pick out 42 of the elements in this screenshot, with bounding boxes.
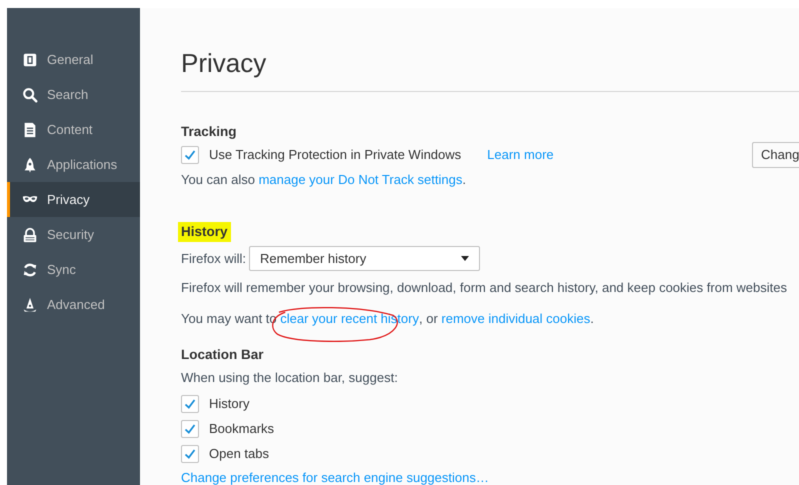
do-not-track-link[interactable]: manage your Do Not Track settings	[258, 172, 462, 187]
sidebar-item[interactable]: Security	[7, 217, 140, 252]
learn-more-link[interactable]: Learn more	[487, 147, 554, 162]
section-heading: History	[178, 222, 231, 242]
sidebar-item[interactable]: Sync	[7, 252, 140, 287]
history-link[interactable]: remove individual cookies	[441, 311, 590, 326]
note-text: You can also manage your Do Not Track settings.	[181, 171, 467, 189]
sync-icon	[22, 262, 38, 278]
checkmark-icon	[183, 446, 197, 460]
page-title: Privacy	[181, 48, 268, 78]
section-heading: Location Bar	[180, 346, 265, 364]
checkbox-label: Open tabs	[209, 446, 269, 461]
sidebar-item[interactable]: Search	[7, 77, 140, 112]
search-icon	[22, 86, 38, 102]
checkbox[interactable]	[181, 420, 199, 438]
checkbox-label: History	[209, 396, 250, 411]
checkbox-label: Bookmarks	[209, 421, 274, 436]
checkbox[interactable]	[181, 394, 199, 412]
checkbox-label: Use Tracking Protection in Private Windows	[209, 147, 462, 162]
search-suggestions-link[interactable]: Change preferences for search engine suggestions…	[181, 466, 799, 485]
sidebar-item[interactable]: Content	[7, 112, 140, 147]
padlock-icon	[22, 226, 38, 242]
select-label: Firefox will:	[181, 250, 246, 266]
history-dropdown[interactable]: Remember history	[249, 246, 480, 270]
sidebar-item[interactable]: Privacy	[7, 182, 140, 217]
sidebar-item[interactable]: Advanced	[7, 287, 140, 322]
general-icon	[22, 52, 38, 68]
wizard-hat-icon	[22, 296, 38, 312]
checkbox[interactable]	[181, 146, 199, 164]
caret-icon	[461, 256, 470, 260]
document-icon	[22, 122, 38, 138]
change-button[interactable]: Chang	[752, 142, 799, 168]
rocket-icon	[22, 156, 38, 172]
checkmark-icon	[183, 396, 197, 410]
intro-text: When using the location bar, suggest:	[181, 369, 399, 387]
checkmark-icon	[183, 422, 197, 436]
checkbox[interactable]	[181, 444, 199, 462]
description-text: Firefox will remember your browsing, download, form and search history, and keep cookies from websites	[181, 279, 788, 297]
sidebar-item[interactable]: General	[7, 42, 140, 77]
sidebar-item[interactable]: Applications	[7, 147, 140, 182]
section-heading: Tracking	[180, 123, 238, 141]
checkmark-icon	[183, 148, 197, 162]
